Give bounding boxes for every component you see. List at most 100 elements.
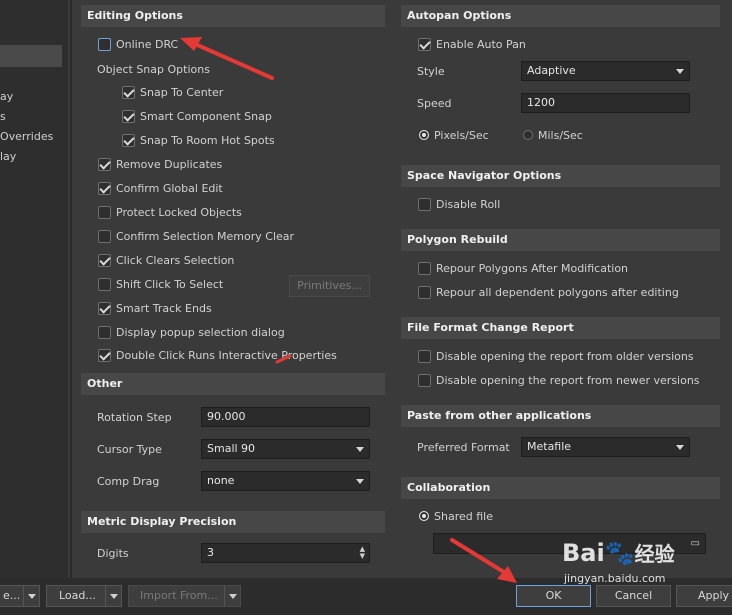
autopan-options-header: Autopan Options xyxy=(401,5,720,27)
speed-input[interactable]: 1200 xyxy=(521,93,690,113)
remove-duplicates-checkbox[interactable] xyxy=(98,158,111,171)
shared-file-path-input[interactable]: ▭ xyxy=(433,533,706,554)
ok-button[interactable]: OK xyxy=(516,585,591,607)
repour-after-modification-label: Repour Polygons After Modification xyxy=(436,262,629,275)
disable-older-versions-label: Disable opening the report from older ve… xyxy=(436,350,694,363)
panel-divider xyxy=(70,0,72,580)
metric-display-precision-header: Metric Display Precision xyxy=(81,511,385,533)
click-clears-selection-checkbox[interactable] xyxy=(98,254,111,267)
shift-click-to-select-label: Shift Click To Select xyxy=(116,278,224,291)
repour-all-dependent-label: Repour all dependent polygons after edit… xyxy=(436,286,679,299)
object-snap-options-label: Object Snap Options xyxy=(97,63,210,76)
protect-locked-objects-label: Protect Locked Objects xyxy=(116,206,242,219)
editing-options-header: Editing Options xyxy=(81,5,385,27)
online-drc-checkbox[interactable] xyxy=(98,38,111,51)
cancel-button[interactable]: Cancel xyxy=(596,585,671,607)
chevron-down-icon xyxy=(676,69,684,74)
comp-drag-select[interactable]: none xyxy=(201,471,370,491)
chevron-down-icon[interactable] xyxy=(105,586,121,606)
load-button[interactable]: Load... xyxy=(46,585,122,607)
pixels-per-sec-label: Pixels/Sec xyxy=(434,129,489,142)
display-popup-selection-dialog-label: Display popup selection dialog xyxy=(116,326,285,339)
left-nav-panel: ay s Overrides lay xyxy=(0,0,68,580)
smart-component-snap-label: Smart Component Snap xyxy=(140,110,272,123)
disable-newer-versions-checkbox[interactable] xyxy=(418,374,431,387)
display-popup-selection-dialog-checkbox[interactable] xyxy=(98,326,111,339)
shared-file-radio[interactable] xyxy=(419,511,429,521)
primitives-button[interactable]: Primitives... xyxy=(289,275,370,297)
pixels-per-sec-radio[interactable] xyxy=(419,130,429,140)
save-button-label: e... xyxy=(3,589,21,602)
left-nav-item[interactable]: s xyxy=(0,110,6,123)
load-button-label: Load... xyxy=(59,589,96,602)
double-click-runs-interactive-properties-label: Double Click Runs Interactive Properties xyxy=(116,349,337,362)
cursor-type-value: Small 90 xyxy=(207,442,256,455)
digits-label: Digits xyxy=(97,547,129,560)
repour-after-modification-checkbox[interactable] xyxy=(418,262,431,275)
confirm-selection-memory-clear-label: Confirm Selection Memory Clear xyxy=(116,230,295,243)
chevron-down-icon[interactable] xyxy=(23,586,39,606)
remove-duplicates-label: Remove Duplicates xyxy=(116,158,223,171)
left-nav-item[interactable]: ay xyxy=(0,90,13,103)
import-from-button[interactable]: Import From... xyxy=(128,585,241,607)
preferred-format-select[interactable]: Metafile xyxy=(521,437,690,457)
other-header: Other xyxy=(81,373,385,395)
comp-drag-value: none xyxy=(207,474,235,487)
snap-to-room-hot-spots-label: Snap To Room Hot Spots xyxy=(140,134,275,147)
shared-file-label: Shared file xyxy=(434,510,493,523)
left-nav-item[interactable]: Overrides xyxy=(0,130,53,143)
snap-to-center-checkbox[interactable] xyxy=(122,86,135,99)
enable-auto-pan-label: Enable Auto Pan xyxy=(436,38,526,51)
enable-auto-pan-checkbox[interactable] xyxy=(418,38,431,51)
online-drc-label: Online DRC xyxy=(116,38,179,51)
smart-component-snap-checkbox[interactable] xyxy=(122,110,135,123)
confirm-global-edit-label: Confirm Global Edit xyxy=(116,182,223,195)
cursor-type-select[interactable]: Small 90 xyxy=(201,439,370,459)
snap-to-room-hot-spots-checkbox[interactable] xyxy=(122,134,135,147)
digits-spinbox[interactable]: 3 ▲ ▼ xyxy=(201,543,370,563)
speed-label: Speed xyxy=(417,97,452,110)
preferred-format-label: Preferred Format xyxy=(417,441,510,454)
apply-button[interactable]: Apply xyxy=(676,585,732,607)
protect-locked-objects-checkbox[interactable] xyxy=(98,206,111,219)
left-nav-item[interactable]: lay xyxy=(0,150,16,163)
polygon-rebuild-header: Polygon Rebuild xyxy=(401,229,720,251)
collaboration-header: Collaboration xyxy=(401,477,720,499)
rotation-step-label: Rotation Step xyxy=(97,411,172,424)
smart-track-ends-label: Smart Track Ends xyxy=(116,302,212,315)
disable-older-versions-checkbox[interactable] xyxy=(418,350,431,363)
click-clears-selection-label: Click Clears Selection xyxy=(116,254,235,267)
paste-from-other-applications-header: Paste from other applications xyxy=(401,405,720,427)
repour-all-dependent-checkbox[interactable] xyxy=(418,286,431,299)
double-click-runs-interactive-properties-checkbox[interactable] xyxy=(98,349,111,362)
mils-per-sec-radio[interactable] xyxy=(523,130,533,140)
comp-drag-label: Comp Drag xyxy=(97,475,160,488)
file-format-change-report-header: File Format Change Report xyxy=(401,317,720,339)
left-nav-selected-item[interactable] xyxy=(0,45,62,67)
chevron-down-icon xyxy=(356,447,364,452)
chevron-down-icon xyxy=(676,445,684,450)
browse-folder-icon[interactable]: ▭ xyxy=(691,535,700,553)
style-label: Style xyxy=(417,65,445,78)
snap-to-center-label: Snap To Center xyxy=(140,86,224,99)
cursor-type-label: Cursor Type xyxy=(97,443,162,456)
chevron-down-icon[interactable] xyxy=(224,586,240,606)
shift-click-to-select-checkbox[interactable] xyxy=(98,278,111,291)
confirm-selection-memory-clear-checkbox[interactable] xyxy=(98,230,111,243)
rotation-step-input[interactable]: 90.000 xyxy=(201,407,370,427)
save-button[interactable]: e... xyxy=(0,585,40,607)
disable-newer-versions-label: Disable opening the report from newer ve… xyxy=(436,374,700,387)
chevron-down-icon xyxy=(356,479,364,484)
confirm-global-edit-checkbox[interactable] xyxy=(98,182,111,195)
digits-value: 3 xyxy=(207,546,214,559)
disable-roll-checkbox[interactable] xyxy=(418,198,431,211)
preferred-format-value: Metafile xyxy=(527,440,572,453)
import-from-button-label: Import From... xyxy=(140,589,218,602)
disable-roll-label: Disable Roll xyxy=(436,198,501,211)
smart-track-ends-checkbox[interactable] xyxy=(98,302,111,315)
space-navigator-options-header: Space Navigator Options xyxy=(401,165,720,187)
spinner-arrows-icon[interactable]: ▲ ▼ xyxy=(360,546,365,560)
style-select[interactable]: Adaptive xyxy=(521,61,690,81)
style-value: Adaptive xyxy=(527,64,576,77)
mils-per-sec-label: Mils/Sec xyxy=(538,129,583,142)
